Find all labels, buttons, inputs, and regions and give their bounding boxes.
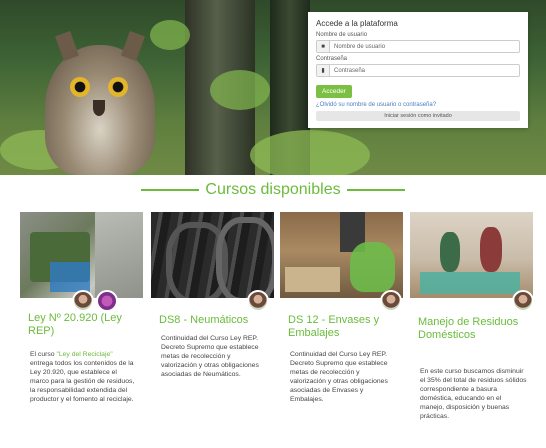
course-description: Continuidad del Curso Ley REP. Decreto S… [290, 351, 388, 403]
course-image-household-recycling[interactable] [410, 212, 533, 298]
section-title: Cursos disponibles [205, 181, 341, 198]
username-placeholder: Nombre de usuario [334, 43, 386, 50]
login-button[interactable]: Acceder [316, 85, 352, 98]
guest-login-button[interactable]: Iniciar sesión como invitado [316, 111, 520, 121]
divider [346, 188, 405, 191]
foliage [210, 70, 270, 110]
course-image-tires[interactable] [151, 212, 274, 298]
course-image-recycling-truck[interactable] [20, 212, 143, 298]
course-card[interactable]: DS 12 - Envases y Embalajes Continuidad … [280, 212, 403, 448]
course-title[interactable]: DS 12 - Envases y Embalajes [288, 314, 399, 340]
course-title[interactable]: Manejo de Residuos Domésticos [418, 316, 529, 342]
course-card[interactable]: Ley Nº 20.920 (Ley REP) El curso "Ley de… [20, 212, 143, 448]
password-placeholder: Contraseña [334, 67, 366, 74]
login-title: Accede a la plataforma [316, 19, 398, 28]
course-description: El curso "Ley del Reciclaje" entrega tod… [30, 350, 137, 404]
course-image-packaging-waste[interactable] [280, 212, 403, 298]
course-card[interactable]: Manejo de Residuos Domésticos En este cu… [410, 212, 534, 448]
foliage [150, 20, 190, 50]
owl-image [45, 31, 155, 175]
login-panel: Accede a la plataforma Nombre de usuario… [308, 12, 528, 128]
description-text: El curso [30, 351, 57, 358]
username-label: Nombre de usuario [316, 32, 368, 38]
hero-banner: Accede a la plataforma Nombre de usuario… [0, 0, 546, 175]
username-input[interactable]: ■ Nombre de usuario [316, 40, 520, 53]
course-title[interactable]: DS8 - Neumáticos [159, 314, 270, 327]
instructor-avatar [96, 290, 118, 312]
description-highlight: "Ley del Reciclaje" [56, 351, 113, 358]
password-input[interactable]: ▮ Contraseña [316, 64, 520, 77]
user-icon: ■ [317, 41, 330, 52]
course-title[interactable]: Ley Nº 20.920 (Ley REP) [28, 312, 139, 338]
course-description: En este curso buscamos disminuir el 35% … [420, 368, 527, 420]
description-text: entrega todos los contenidos de la Ley 2… [30, 360, 135, 403]
foliage [250, 130, 370, 175]
forgot-credentials-link[interactable]: ¿Olvidó su nombre de usuario o contraseñ… [316, 102, 520, 108]
instructor-avatar [247, 290, 269, 312]
lock-icon: ▮ [317, 65, 330, 76]
password-label: Contraseña [316, 56, 348, 62]
section-heading: Cursos disponibles [0, 181, 546, 199]
course-description: Continuidad del Curso Ley REP. Decreto S… [161, 335, 259, 378]
instructor-avatar [72, 290, 94, 312]
divider [141, 188, 200, 191]
course-card[interactable]: DS8 - Neumáticos Continuidad del Curso L… [151, 212, 274, 448]
instructor-avatar [380, 290, 402, 312]
instructor-avatar [512, 290, 534, 312]
